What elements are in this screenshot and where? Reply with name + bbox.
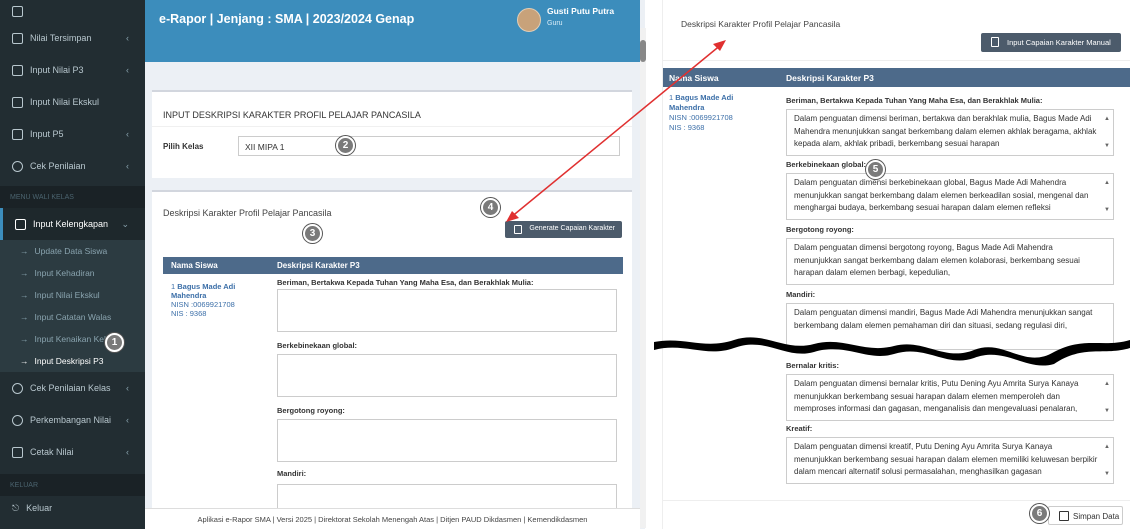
annotation-arrow [506, 40, 726, 222]
